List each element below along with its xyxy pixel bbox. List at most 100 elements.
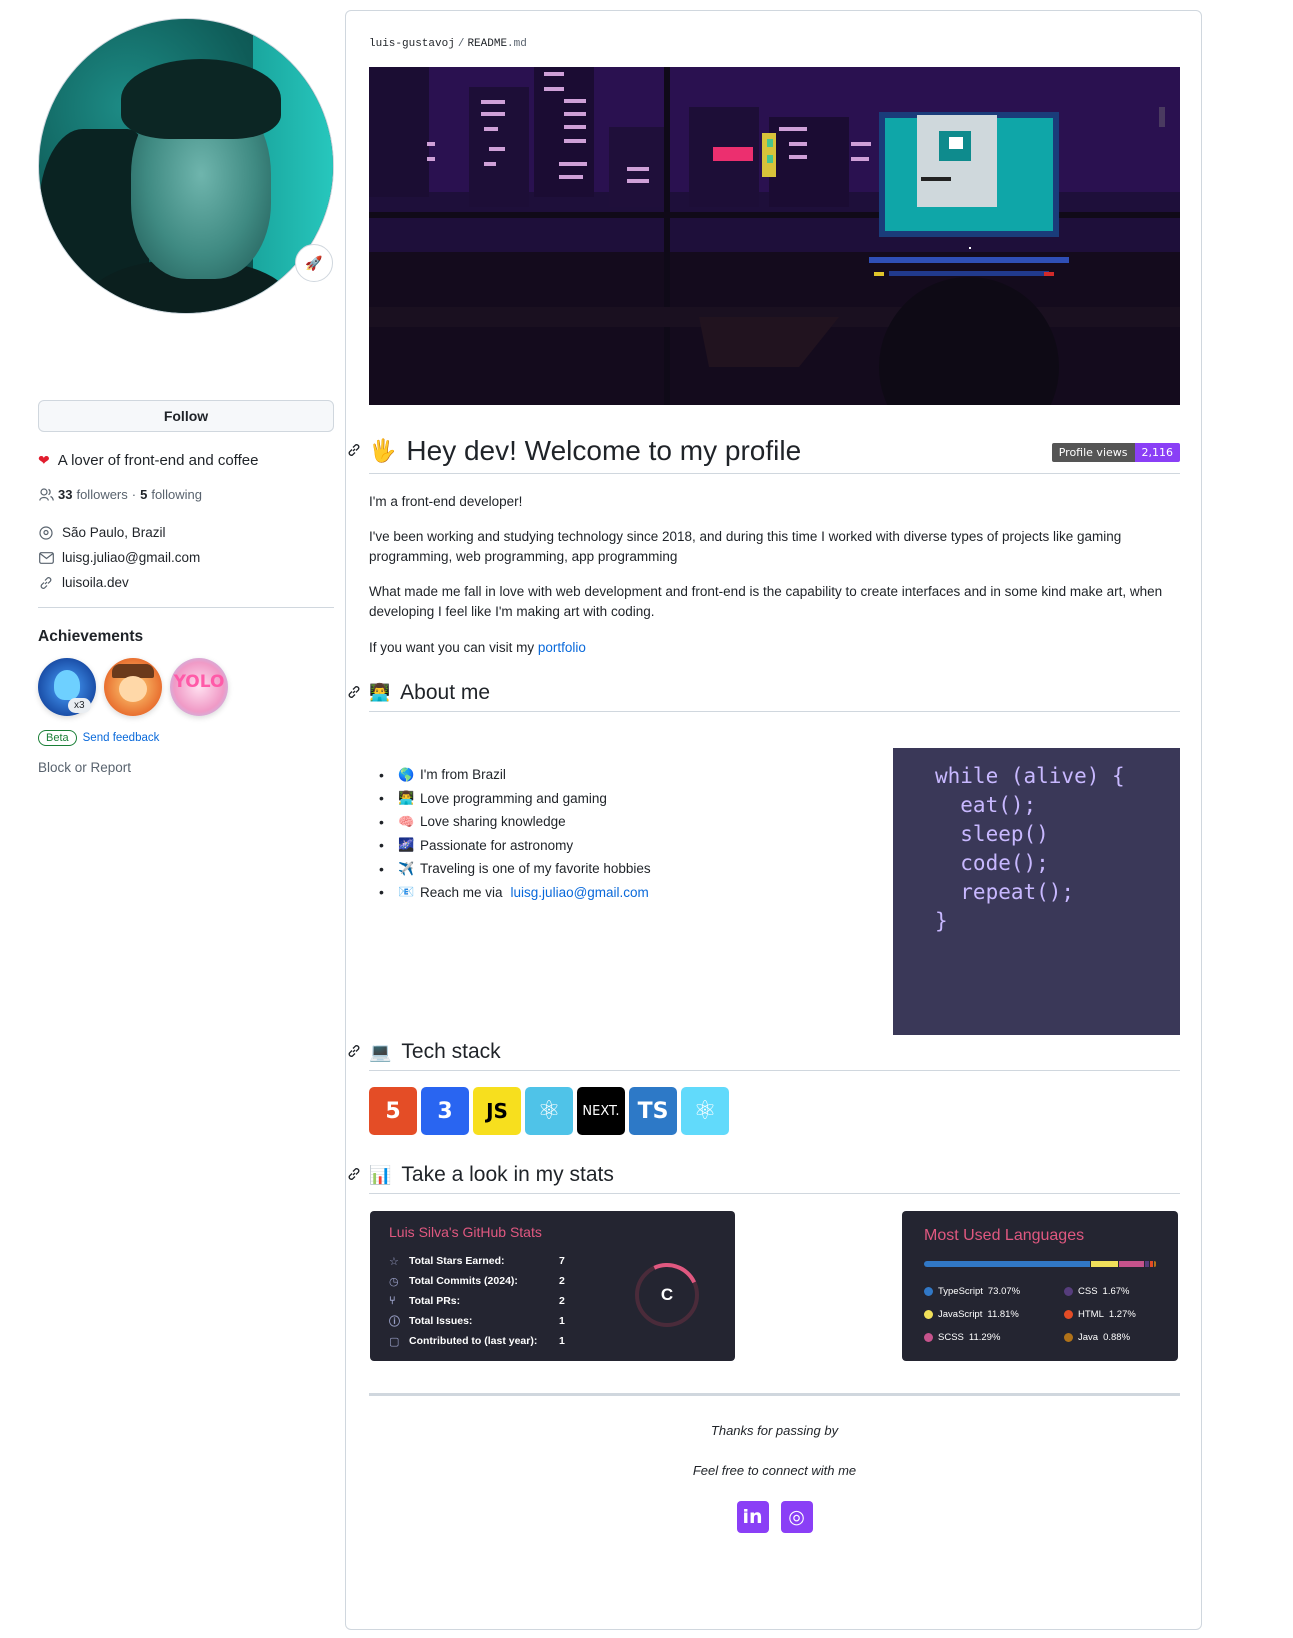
stat-label: Contributed to (last year):	[409, 1335, 538, 1347]
stat-label: Total Issues:	[409, 1315, 473, 1327]
bio-text: A lover of front-end and coffee	[57, 452, 259, 469]
following-label[interactable]: following	[151, 487, 202, 502]
language-color-dot	[924, 1287, 933, 1296]
achievements-row: x3 YOLO	[38, 658, 334, 716]
language-color-dot	[1064, 1287, 1073, 1296]
language-percent: 11.81%	[987, 1309, 1019, 1320]
follow-button[interactable]: Follow	[38, 400, 334, 432]
language-color-dot	[924, 1333, 933, 1342]
intro-line-2: I've been working and studying technolog…	[369, 529, 1122, 564]
stat-label: Total Commits (2024):	[409, 1275, 518, 1287]
heart-icon: ❤	[38, 452, 50, 468]
linkedin-icon[interactable]: in	[736, 1501, 769, 1533]
language-legend-item: SCSS 11.29%	[924, 1329, 1064, 1346]
anchor-link-icon[interactable]	[347, 1044, 361, 1061]
stat-value: 1	[559, 1335, 565, 1347]
code-snippet-image: while (alive) { eat(); sleep() code(); r…	[893, 748, 1180, 1035]
language-bar-segment	[1150, 1261, 1154, 1267]
bio: ❤ A lover of front-end and coffee	[38, 452, 334, 469]
code-snippet-text: while (alive) { eat(); sleep() code(); r…	[935, 764, 1125, 933]
profile-views-badge: Profile views 2,116	[1051, 443, 1180, 462]
views-badge-count: 2,116	[1134, 443, 1180, 462]
language-name: JavaScript	[938, 1309, 983, 1320]
readme-owner-link[interactable]: luis-gustavoj	[369, 38, 455, 50]
list-item-text: Traveling is one of my favorite hobbies	[420, 861, 651, 877]
stat-row: ▢ Contributed to (last year): 1	[389, 1331, 579, 1351]
languages-legend: TypeScript 73.07% CSS 1.67% JavaScript 11.81%…	[924, 1283, 1164, 1346]
language-legend-item: TypeScript 73.07%	[924, 1283, 1064, 1300]
instagram-icon[interactable]: ◎	[780, 1501, 813, 1533]
list-item: 🌎 I'm from Brazil	[379, 763, 651, 787]
shark-icon	[54, 670, 80, 700]
anchor-link-icon[interactable]	[347, 1167, 361, 1184]
languages-progress-bar	[924, 1261, 1157, 1267]
social-links: in ◎	[369, 1501, 1180, 1533]
list-item-text: Passionate for astronomy	[420, 837, 574, 853]
language-bar-segment	[1145, 1261, 1150, 1267]
heading-stats: 📊 Take a look in my stats	[348, 1163, 1180, 1194]
yolo-icon: YOLO	[173, 672, 225, 692]
language-name: TypeScript	[938, 1286, 983, 1297]
list-item: 📧 Reach me via luisg.juliao@gmail.com	[379, 881, 651, 905]
beta-badge: Beta	[38, 730, 77, 746]
about-list: 🌎 I'm from Brazil 👨‍💻 Love programming a…	[379, 763, 651, 904]
status-rocket-icon[interactable]: 🚀	[295, 244, 333, 282]
technologist-icon: 👨‍💻	[369, 683, 391, 702]
following-count[interactable]: 5	[140, 487, 147, 502]
star-icon: ☆	[389, 1255, 399, 1268]
brain-icon: 🧠	[398, 813, 415, 829]
send-feedback-link[interactable]: Send feedback	[83, 732, 160, 744]
anchor-link-icon[interactable]	[347, 443, 361, 460]
achievement-pull-shark[interactable]: x3	[38, 658, 96, 716]
anchor-link-icon[interactable]	[347, 685, 361, 702]
website-link[interactable]: luisoila.dev	[62, 575, 129, 590]
email-link[interactable]: luisg.juliao@gmail.com	[62, 550, 200, 565]
language-name: CSS	[1078, 1286, 1098, 1297]
waving-hand-icon: 🖐	[369, 438, 397, 463]
followers-label[interactable]: followers	[76, 487, 127, 502]
globe-icon: 🌎	[398, 766, 415, 782]
followers-count[interactable]: 33	[58, 487, 72, 502]
nextjs-icon: NEXT.	[577, 1087, 625, 1135]
language-legend-item: HTML 1.27%	[1064, 1306, 1164, 1323]
language-color-dot	[1064, 1310, 1073, 1319]
footer-divider	[369, 1393, 1180, 1396]
email-item: luisg.juliao@gmail.com	[38, 545, 334, 570]
laptop-icon: 💻	[369, 1041, 392, 1062]
typescript-icon: TS	[629, 1087, 677, 1135]
follow-stats: 33 followers · 5 following	[38, 487, 334, 502]
avatar[interactable]	[38, 18, 334, 314]
achievements-title[interactable]: Achievements	[38, 628, 334, 646]
location-text: São Paulo, Brazil	[62, 525, 166, 540]
rank-letter: C	[660, 1285, 674, 1304]
language-name: HTML	[1078, 1309, 1104, 1320]
stat-value: 1	[559, 1315, 565, 1327]
intro-line-1: I'm a front-end developer!	[369, 494, 523, 509]
stat-label: Total PRs:	[409, 1295, 461, 1307]
banner-art	[369, 67, 1180, 405]
github-stats-card: Luis Silva's GitHub Stats ☆ Total Stars …	[370, 1211, 735, 1361]
javascript-icon: JS	[473, 1087, 521, 1135]
email-contact-link[interactable]: luisg.juliao@gmail.com	[511, 885, 649, 900]
language-percent: 73.07%	[987, 1286, 1021, 1297]
stats-list: ☆ Total Stars Earned: 7 ◷ Total Commits …	[389, 1251, 579, 1351]
achievement-quickdraw[interactable]	[104, 658, 162, 716]
heading-welcome: 🖐 Hey dev! Welcome to my profile Profile…	[348, 435, 1180, 474]
achievement-yolo[interactable]: YOLO	[170, 658, 228, 716]
block-report-link[interactable]: Block or Report	[38, 760, 334, 775]
location-pin-icon	[38, 525, 54, 541]
profile-sidebar: 🚀 Follow ❤ A lover of front-end and coff…	[38, 18, 334, 775]
follow-separator: ·	[131, 487, 137, 502]
breadcrumb-slash: /	[457, 38, 465, 50]
list-item: ✈️ Traveling is one of my favorite hobbi…	[379, 857, 651, 881]
css3-icon: 3	[421, 1087, 469, 1135]
list-item-text: Love sharing knowledge	[420, 814, 566, 830]
readme-file-name[interactable]: README	[467, 38, 507, 50]
stat-value: 2	[559, 1295, 565, 1307]
language-bar-segment	[1118, 1261, 1145, 1267]
portfolio-link[interactable]: portfolio	[538, 640, 586, 655]
language-legend-item: CSS 1.67%	[1064, 1283, 1164, 1300]
react-icon: ⚛	[525, 1087, 573, 1135]
airplane-icon: ✈️	[398, 860, 415, 876]
readme-file-ext: .md	[507, 38, 527, 50]
